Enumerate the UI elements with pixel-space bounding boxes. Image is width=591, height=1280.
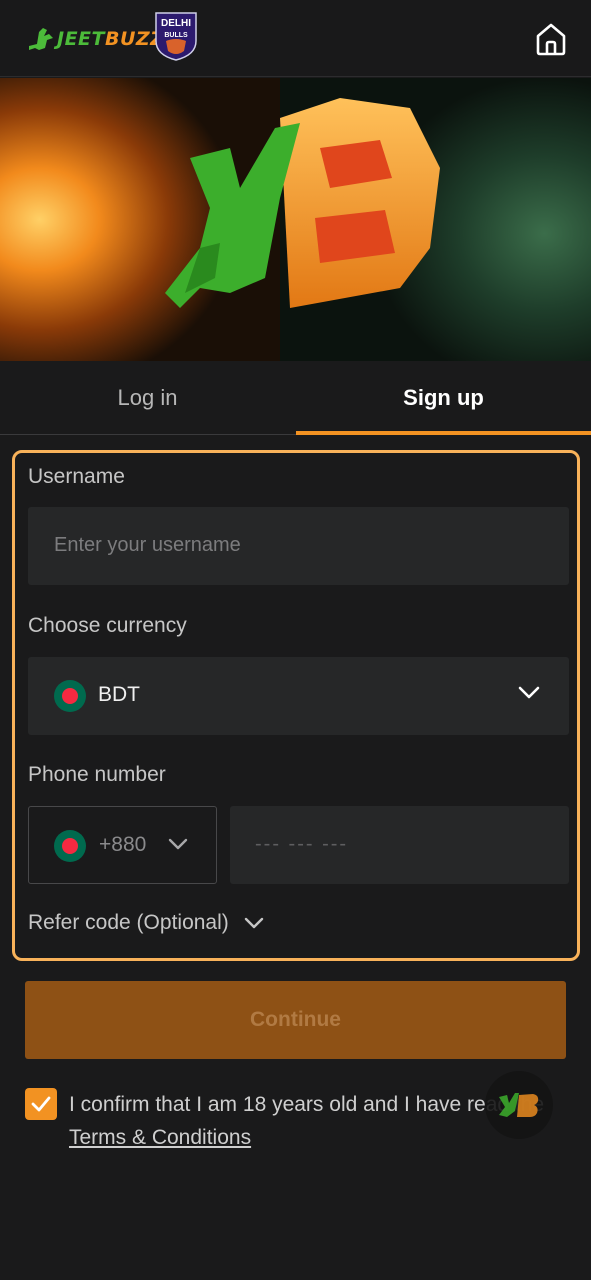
checkmark-icon [31,1096,51,1112]
brand-name: JEETBUZZ [57,28,165,50]
active-tab-indicator [296,431,591,435]
phone-placeholder: --- --- --- [255,833,349,855]
phone-label: Phone number [28,763,166,786]
country-code-value: +880 [99,833,147,856]
signup-form: Username Enter your username Choose curr… [12,450,580,961]
chevron-down-icon [244,917,263,929]
floating-jb-button[interactable] [485,1071,553,1139]
phone-number-input[interactable]: --- --- --- [230,806,569,884]
jeetbuzz-logo[interactable]: JEETBUZZ [25,22,164,56]
continue-button[interactable]: Continue [25,981,566,1059]
chevron-down-icon [518,686,540,699]
username-label: Username [28,465,125,488]
chevron-down-icon [168,838,188,850]
refer-code-toggle[interactable]: Refer code (Optional) [28,911,265,935]
username-input[interactable]: Enter your username [28,507,569,585]
svg-text:BULLS: BULLS [164,32,188,39]
currency-label: Choose currency [28,614,187,637]
tab-log-in[interactable]: Log in [0,361,295,435]
top-bar: JEETBUZZ DELHI BULLS [0,0,591,77]
auth-tabs: Log in Sign up [0,361,591,435]
confirm-statement: I confirm that I am 18 years old and I h… [69,1093,545,1116]
currency-value: BDT [98,683,140,706]
bangladesh-flag-icon [54,830,86,862]
confirm-text: I confirm that I am 18 years old and I h… [69,1088,549,1154]
bangladesh-flag-icon [54,680,86,712]
delhi-bulls-logo: DELHI BULLS [155,12,197,61]
country-code-select[interactable]: +880 [28,806,217,884]
terms-link[interactable]: Terms & Conditions [69,1126,251,1149]
jb-logo-icon [499,1093,539,1117]
username-placeholder: Enter your username [54,534,241,556]
refer-code-label: Refer code (Optional) [28,911,229,934]
home-icon[interactable] [532,20,570,58]
currency-select[interactable]: BDT [28,657,569,735]
svg-text:DELHI: DELHI [161,18,191,29]
cricketer-logo-icon [29,28,53,50]
hero-banner [0,78,591,361]
tab-sign-up[interactable]: Sign up [296,361,591,435]
age-confirm-checkbox[interactable] [25,1088,57,1120]
